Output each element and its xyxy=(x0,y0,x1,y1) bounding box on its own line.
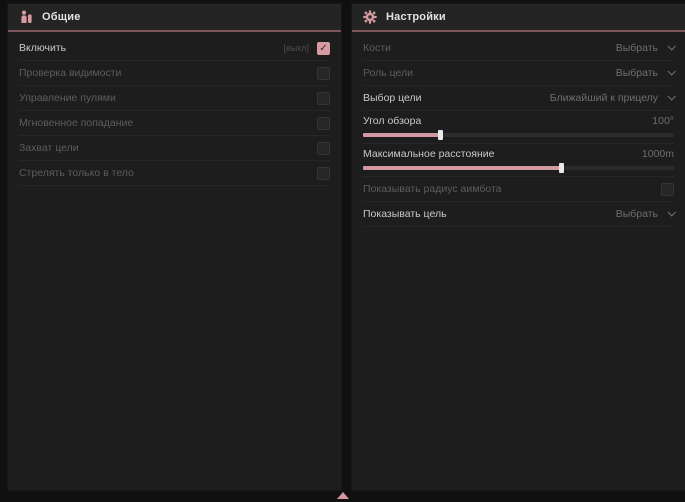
checkbox-target-lock[interactable]: ✓ xyxy=(317,142,330,155)
toggle-row-visibility-check[interactable]: Проверка видимости ✓ xyxy=(19,61,330,86)
gear-icon xyxy=(363,10,377,24)
row-label: Управление пулями xyxy=(19,92,116,104)
row-label: Мгновенное попадание xyxy=(19,117,133,129)
toggle-row-target-lock[interactable]: Захват цели ✓ xyxy=(19,136,330,161)
hotkey-state-tag: [выкл] xyxy=(283,43,309,53)
checkbox-enable[interactable]: ✓ xyxy=(317,42,330,55)
toggle-row-body-only[interactable]: Стрелять только в тело ✓ xyxy=(19,161,330,186)
checkbox-visibility-check[interactable]: ✓ xyxy=(317,67,330,80)
row-label: Включить xyxy=(19,42,66,54)
row-label: Максимальное расстояние xyxy=(363,148,494,160)
toggle-row-show-radius[interactable]: Показывать радиус аимбота ✓ xyxy=(363,177,674,202)
dropdown-value: Выбрать xyxy=(616,67,658,79)
dropdown-value: Ближайший к прицелу xyxy=(550,92,658,104)
dropdown-value: Выбрать xyxy=(616,208,658,220)
row-label: Проверка видимости xyxy=(19,67,121,79)
row-label: Показывать цель xyxy=(363,208,447,220)
dropdown-row-bones: Кости Выбрать xyxy=(363,36,674,61)
panel-general-rows: Включить [выкл] ✓ Проверка видимости ✓ У… xyxy=(8,32,341,186)
fov-value: 100° xyxy=(652,115,674,127)
toggle-row-bullet-control[interactable]: Управление пулями ✓ xyxy=(19,86,330,111)
slider-row-fov: Угол обзора 100° xyxy=(363,111,674,144)
panel-settings-header: Настройки xyxy=(352,4,685,32)
chevron-down-icon xyxy=(667,208,675,216)
fov-slider-handle[interactable] xyxy=(438,130,443,140)
panel-general-title: Общие xyxy=(42,11,81,23)
panel-settings-title: Настройки xyxy=(386,11,446,23)
dropdown-row-show-target: Показывать цель Выбрать xyxy=(363,202,674,227)
toggle-row-instant-hit[interactable]: Мгновенное попадание ✓ xyxy=(19,111,330,136)
max-distance-slider-handle[interactable] xyxy=(559,163,564,173)
dropdown-row-target-role: Роль цели Выбрать xyxy=(363,61,674,86)
dropdown-row-target-pick: Выбор цели Ближайший к прицелу xyxy=(363,86,674,111)
panel-settings-rows: Кости Выбрать Роль цели Выбрать Выбор це… xyxy=(352,32,685,227)
bones-dropdown[interactable]: Выбрать xyxy=(616,42,674,54)
target-pick-dropdown[interactable]: Ближайший к прицелу xyxy=(550,92,674,104)
fov-slider[interactable] xyxy=(363,133,674,137)
toggle-row-enable[interactable]: Включить [выкл] ✓ xyxy=(19,36,330,61)
scroll-up-arrow-icon[interactable] xyxy=(337,492,349,499)
max-distance-slider[interactable] xyxy=(363,166,674,170)
chevron-down-icon xyxy=(667,67,675,75)
checkbox-instant-hit[interactable]: ✓ xyxy=(317,117,330,130)
checkbox-show-radius[interactable]: ✓ xyxy=(661,183,674,196)
row-label: Роль цели xyxy=(363,67,413,79)
cheat-menu: Общие Включить [выкл] ✓ Проверка видимос… xyxy=(0,0,685,502)
panel-general-header: Общие xyxy=(8,4,341,32)
show-target-dropdown[interactable]: Выбрать xyxy=(616,208,674,220)
panel-settings: Настройки Кости Выбрать Роль цели Выбрат… xyxy=(352,4,685,490)
person-target-icon xyxy=(19,10,33,24)
target-role-dropdown[interactable]: Выбрать xyxy=(616,67,674,79)
row-label: Угол обзора xyxy=(363,115,421,127)
row-label: Выбор цели xyxy=(363,92,422,104)
panel-general: Общие Включить [выкл] ✓ Проверка видимос… xyxy=(8,4,341,490)
chevron-down-icon xyxy=(667,92,675,100)
row-label: Показывать радиус аимбота xyxy=(363,183,502,195)
chevron-down-icon xyxy=(667,42,675,50)
max-distance-value: 1000m xyxy=(642,148,674,160)
checkbox-body-only[interactable]: ✓ xyxy=(317,167,330,180)
dropdown-value: Выбрать xyxy=(616,42,658,54)
row-label: Захват цели xyxy=(19,142,79,154)
row-label: Стрелять только в тело xyxy=(19,167,134,179)
slider-row-max-distance: Максимальное расстояние 1000m xyxy=(363,144,674,177)
row-label: Кости xyxy=(363,42,391,54)
checkbox-bullet-control[interactable]: ✓ xyxy=(317,92,330,105)
